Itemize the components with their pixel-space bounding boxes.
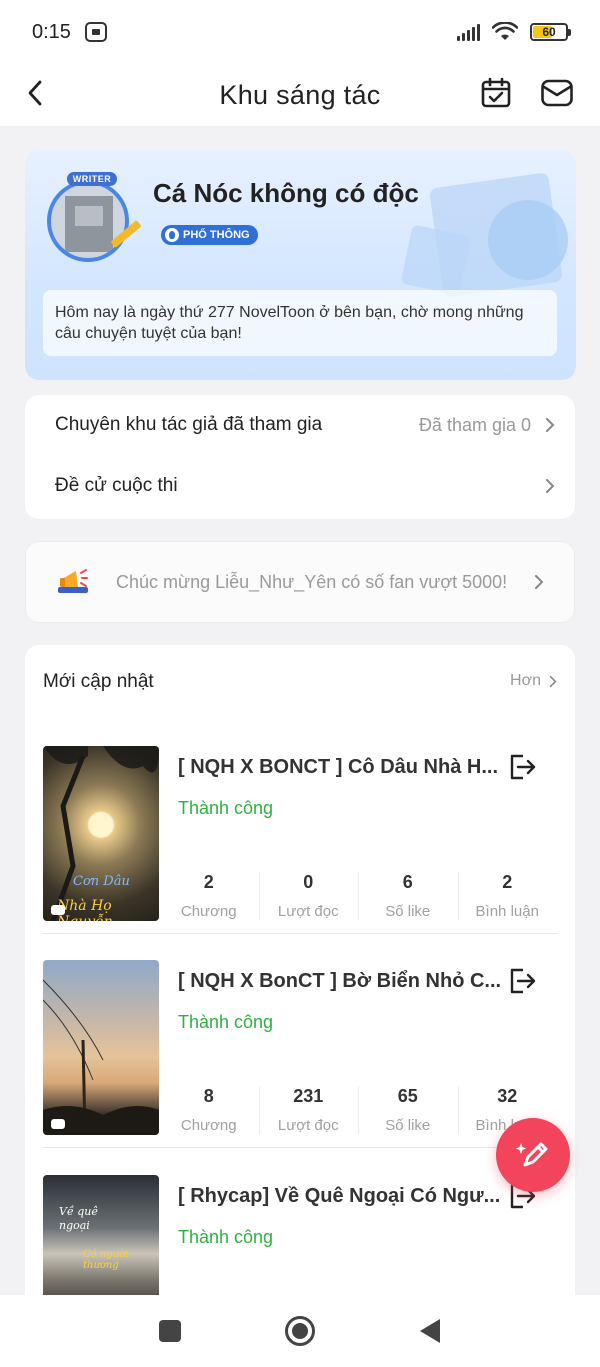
home-circle-icon[interactable] [284, 1315, 316, 1347]
stat-value: 2 [203, 872, 214, 892]
welcome-message: Hôm nay là ngày thứ 277 NovelToon ở bên … [43, 290, 557, 356]
stat-value: 8 [203, 1086, 214, 1106]
recent-updates-section: Mới cập nhật Hơn Cơn Dâu Nhà Họ Nguyễn [… [25, 645, 575, 1350]
stat-likes: 65 Số like [358, 1086, 458, 1136]
menu-card: Chuyên khu tác giả đã tham gia Đã tham g… [25, 395, 575, 519]
stat-label: Lượt đọc [277, 1117, 339, 1134]
mail-icon[interactable] [540, 78, 574, 108]
write-fab-button[interactable] [496, 1118, 570, 1192]
decoration-shape [400, 224, 472, 296]
stat-chapters: 8 Chương [159, 1086, 259, 1136]
stat-comments: 2 Bình luận [457, 872, 558, 922]
book-item[interactable]: [ NQH X BonCT ] Bờ Biển Nhỏ C... Thành c… [43, 960, 557, 1160]
stat-label: Lượt đọc [277, 903, 339, 920]
cover-title-line2: Có người thương [83, 1249, 129, 1271]
logout-icon[interactable] [507, 966, 537, 996]
stat-reads: 231 Lượt đọc [258, 1086, 359, 1136]
chevron-right-icon [546, 479, 555, 493]
comment-icon [51, 1119, 65, 1129]
section-title: Mới cập nhật [43, 671, 154, 692]
signal-icon [457, 23, 480, 41]
book-title: [ NQH X BonCT ] Bờ Biển Nhỏ C... [178, 970, 502, 992]
book-stats: 2 Chương 0 Lượt đọc 6 Số like 2 Bình luận [159, 872, 557, 922]
battery-level: 60 [542, 25, 556, 39]
book-status: Thành công [178, 1012, 274, 1032]
book-status: Thành công [178, 798, 274, 818]
stat-value: 32 [497, 1086, 518, 1106]
stat-value: 2 [502, 872, 513, 892]
more-link[interactable]: Hơn [510, 672, 557, 690]
chevron-right-icon [549, 675, 557, 687]
cover-title-line1: Cơn Dâu [73, 874, 130, 889]
level-label: PHỔ THÔNG [183, 229, 250, 241]
menu-item-label: Chuyên khu tác giả đã tham gia [55, 414, 323, 435]
book-item[interactable]: Cơn Dâu Nhà Họ Nguyễn [ NQH X BONCT ] Cô… [43, 746, 557, 946]
cover-title-line2: Nhà Họ Nguyễn [57, 898, 113, 921]
stat-likes: 6 Số like [358, 872, 458, 922]
megaphone-icon [58, 569, 88, 593]
chevron-right-icon [546, 418, 555, 432]
stat-label: Số like [385, 1117, 431, 1134]
author-name: Cá Nóc không có độc [153, 178, 419, 208]
wifi-icon [492, 22, 518, 40]
app-bar: Khu sáng tác [0, 64, 600, 126]
menu-item-joined-zones[interactable]: Chuyên khu tác giả đã tham gia Đã tham g… [25, 395, 575, 455]
level-badge: PHỔ THÔNG [161, 225, 258, 245]
status-time: 0:15 [32, 20, 71, 43]
calendar-check-icon[interactable] [480, 77, 512, 109]
book-cover[interactable] [43, 960, 159, 1135]
announcement-text: Chúc mừng Liễu_Như_Yên có số fan vượt 50… [116, 571, 508, 592]
stat-value: 0 [303, 872, 314, 892]
stat-value: 65 [397, 1086, 418, 1106]
menu-item-meta: Đã tham gia 0 [418, 414, 531, 435]
system-nav-bar [0, 1295, 600, 1367]
stat-value: 6 [402, 872, 413, 892]
logout-icon[interactable] [507, 752, 537, 782]
cover-art [43, 746, 159, 921]
divider [43, 933, 557, 934]
announcement-banner[interactable]: Chúc mừng Liễu_Như_Yên có số fan vượt 50… [25, 541, 575, 623]
menu-item-contest[interactable]: Đề cử cuộc thi [25, 456, 575, 516]
avatar[interactable]: WRITER [45, 172, 142, 262]
book-stats: 8 Chương 231 Lượt đọc 65 Số like 32 Bình luậ… [159, 1086, 557, 1136]
chevron-right-icon [535, 575, 544, 589]
stat-chapters: 2 Chương [159, 872, 259, 922]
back-triangle-icon[interactable] [418, 1317, 442, 1345]
stat-label: Số like [385, 903, 431, 920]
cover-title-line1: Về quê ngoại [59, 1205, 98, 1232]
stat-reads: 0 Lượt đọc [258, 872, 359, 922]
app-notification-icon [84, 22, 107, 42]
battery-icon: 60 [530, 23, 571, 41]
profile-card: WRITER Cá Nóc không có độc PHỔ THÔNG Hôm… [25, 150, 576, 380]
writer-badge: WRITER [67, 172, 117, 186]
level-icon [165, 228, 179, 242]
book-status: Thành công [178, 1227, 274, 1247]
stat-value: 231 [293, 1086, 324, 1106]
book-title: [ Rhycap] Về Quê Ngoại Có Ngư... [178, 1185, 501, 1207]
cover-art [43, 979, 159, 1135]
stat-label: Bình luận [475, 903, 539, 920]
pencil-sparkle-icon [516, 1142, 548, 1167]
menu-item-label: Đề cử cuộc thi [55, 475, 178, 496]
book-cover[interactable]: Cơn Dâu Nhà Họ Nguyễn [43, 746, 159, 921]
more-label: Hơn [510, 672, 541, 689]
book-title: [ NQH X BONCT ] Cô Dâu Nhà H... [178, 756, 498, 778]
stat-label: Chương [180, 903, 237, 920]
divider [43, 1147, 557, 1148]
status-bar: 0:15 60 [0, 0, 600, 64]
comment-icon [51, 905, 65, 915]
recents-square-icon[interactable] [158, 1319, 182, 1343]
clock-decoration-icon [488, 200, 568, 280]
stat-label: Chương [180, 1117, 237, 1134]
